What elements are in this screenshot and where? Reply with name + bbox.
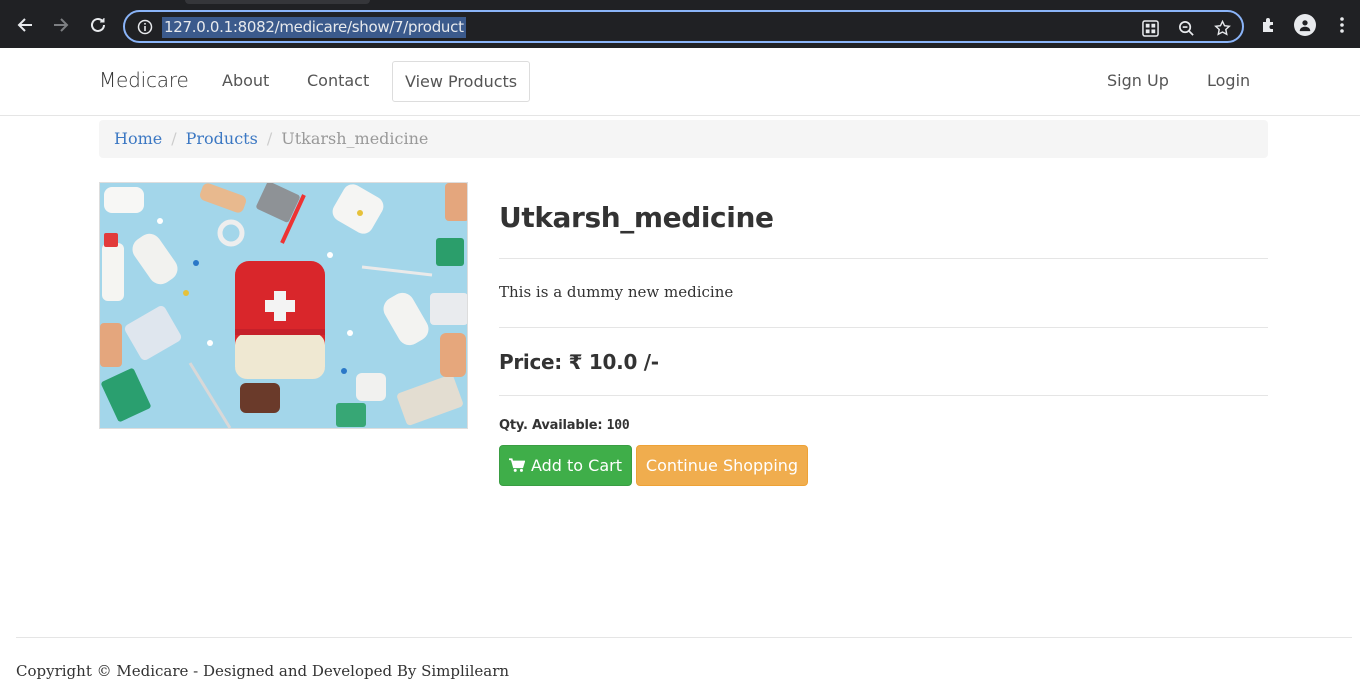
product-price: Price: ₹ 10.0 /- (499, 350, 659, 374)
continue-shopping-button[interactable]: Continue Shopping (636, 445, 808, 486)
add-to-cart-label: Add to Cart (530, 456, 623, 475)
footer-copyright: Copyright © Medicare - Designed and Deve… (16, 662, 510, 680)
forward-icon[interactable] (48, 12, 74, 38)
divider (499, 395, 1268, 396)
breadcrumb-home[interactable]: Home (114, 129, 162, 148)
breadcrumb-products[interactable]: Products (186, 129, 258, 148)
add-to-cart-button[interactable]: Add to Cart (499, 445, 632, 486)
product-title: Utkarsh_medicine (499, 201, 774, 234)
breadcrumb-separator: / (266, 129, 273, 148)
divider (499, 327, 1268, 328)
footer-divider (16, 637, 1352, 638)
nav-sign-up[interactable]: Sign Up (1107, 71, 1169, 90)
nav-about[interactable]: About (222, 71, 269, 90)
bookmark-star-icon[interactable] (1211, 17, 1233, 39)
breadcrumb-separator: / (171, 129, 177, 148)
shopping-cart-icon (508, 458, 525, 473)
site-navbar: Medicare About Contact View Products Sig… (0, 48, 1360, 116)
profile-avatar-icon[interactable] (1293, 13, 1317, 37)
menu-kebab-icon[interactable] (1330, 13, 1354, 37)
brand-link[interactable]: Medicare (99, 68, 189, 92)
qty-value: 100 (606, 418, 630, 433)
qty-available: Qty. Available: 100 (499, 418, 630, 433)
qty-label: Qty. Available: (499, 418, 607, 433)
first-aid-kit-photo-icon (100, 183, 467, 428)
browser-toolbar: 127.0.0.1:8082/medicare/show/7/product (0, 0, 1360, 48)
active-tab-edge (185, 0, 370, 4)
nav-login[interactable]: Login (1207, 71, 1250, 90)
nav-view-products[interactable]: View Products (392, 61, 531, 102)
address-bar[interactable]: 127.0.0.1:8082/medicare/show/7/product (123, 10, 1244, 43)
breadcrumb-current: Utkarsh_medicine (281, 129, 429, 148)
extensions-icon[interactable] (1257, 13, 1281, 37)
zoom-out-icon[interactable] (1175, 17, 1197, 39)
divider (499, 258, 1268, 259)
reload-icon[interactable] (85, 12, 111, 38)
product-image (99, 182, 468, 429)
back-icon[interactable] (12, 12, 38, 38)
breadcrumb: Home / Products / Utkarsh_medicine (99, 120, 1268, 158)
site-info-icon[interactable] (135, 17, 155, 37)
qr-code-icon[interactable] (1139, 17, 1161, 39)
nav-contact[interactable]: Contact (307, 71, 369, 90)
product-description: This is a dummy new medicine (499, 283, 734, 301)
url-text[interactable]: 127.0.0.1:8082/medicare/show/7/product (162, 17, 466, 38)
